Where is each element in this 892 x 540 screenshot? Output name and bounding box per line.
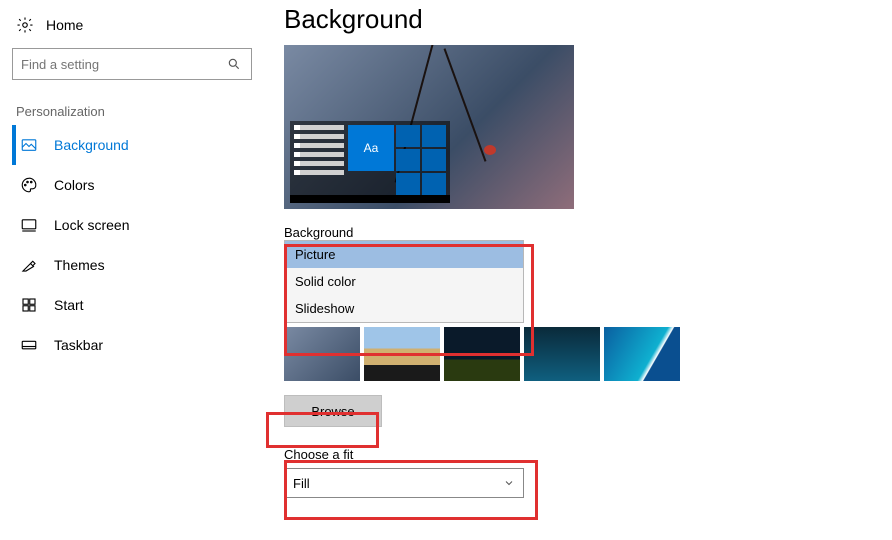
sidebar-item-colors[interactable]: Colors — [12, 165, 260, 205]
background-dropdown-label: Background — [284, 225, 892, 240]
thumbnail[interactable] — [284, 327, 360, 381]
sidebar-item-label: Start — [54, 297, 84, 313]
thumbnail[interactable] — [604, 327, 680, 381]
thumbnail[interactable] — [444, 327, 520, 381]
browse-button[interactable]: Browse — [284, 395, 382, 427]
sidebar-item-start[interactable]: Start — [12, 285, 260, 325]
sidebar-item-label: Lock screen — [54, 217, 129, 233]
thumbnail[interactable] — [364, 327, 440, 381]
gear-icon — [16, 16, 34, 34]
chevron-down-icon — [503, 477, 515, 489]
search-icon — [225, 55, 243, 73]
sidebar-item-label: Colors — [54, 177, 94, 193]
dropdown-option-solid-color[interactable]: Solid color — [285, 268, 523, 295]
search-field[interactable] — [21, 57, 225, 72]
start-icon — [20, 296, 38, 314]
sidebar-item-label: Themes — [54, 257, 105, 273]
taskbar-icon — [20, 336, 38, 354]
sidebar-item-label: Background — [54, 137, 129, 153]
sidebar-item-background[interactable]: Background — [12, 125, 260, 165]
image-icon — [20, 136, 38, 154]
sidebar-item-lock-screen[interactable]: Lock screen — [12, 205, 260, 245]
palette-icon — [20, 176, 38, 194]
lock-screen-icon — [20, 216, 38, 234]
sidebar-item-label: Taskbar — [54, 337, 103, 353]
fit-dropdown-value: Fill — [293, 476, 310, 491]
section-label: Personalization — [12, 104, 260, 119]
preview-tile-aa: Aa — [348, 125, 394, 171]
dropdown-option-slideshow[interactable]: Slideshow — [285, 295, 523, 322]
sidebar-item-themes[interactable]: Themes — [12, 245, 260, 285]
home-link[interactable]: Home — [12, 12, 260, 48]
dropdown-option-picture[interactable]: Picture — [285, 241, 523, 268]
sidebar-item-taskbar[interactable]: Taskbar — [12, 325, 260, 365]
picture-thumbnails — [284, 327, 892, 381]
sidebar-nav: Background Colors Lock screen Themes — [12, 125, 260, 365]
search-input[interactable] — [12, 48, 252, 80]
home-label: Home — [46, 17, 83, 33]
thumbnail[interactable] — [524, 327, 600, 381]
background-dropdown[interactable]: Picture Solid color Slideshow — [284, 240, 524, 323]
fit-dropdown[interactable]: Fill — [284, 468, 524, 498]
page-title: Background — [284, 4, 892, 35]
themes-icon — [20, 256, 38, 274]
choose-fit-label: Choose a fit — [284, 447, 892, 462]
desktop-preview: Aa — [284, 45, 574, 209]
